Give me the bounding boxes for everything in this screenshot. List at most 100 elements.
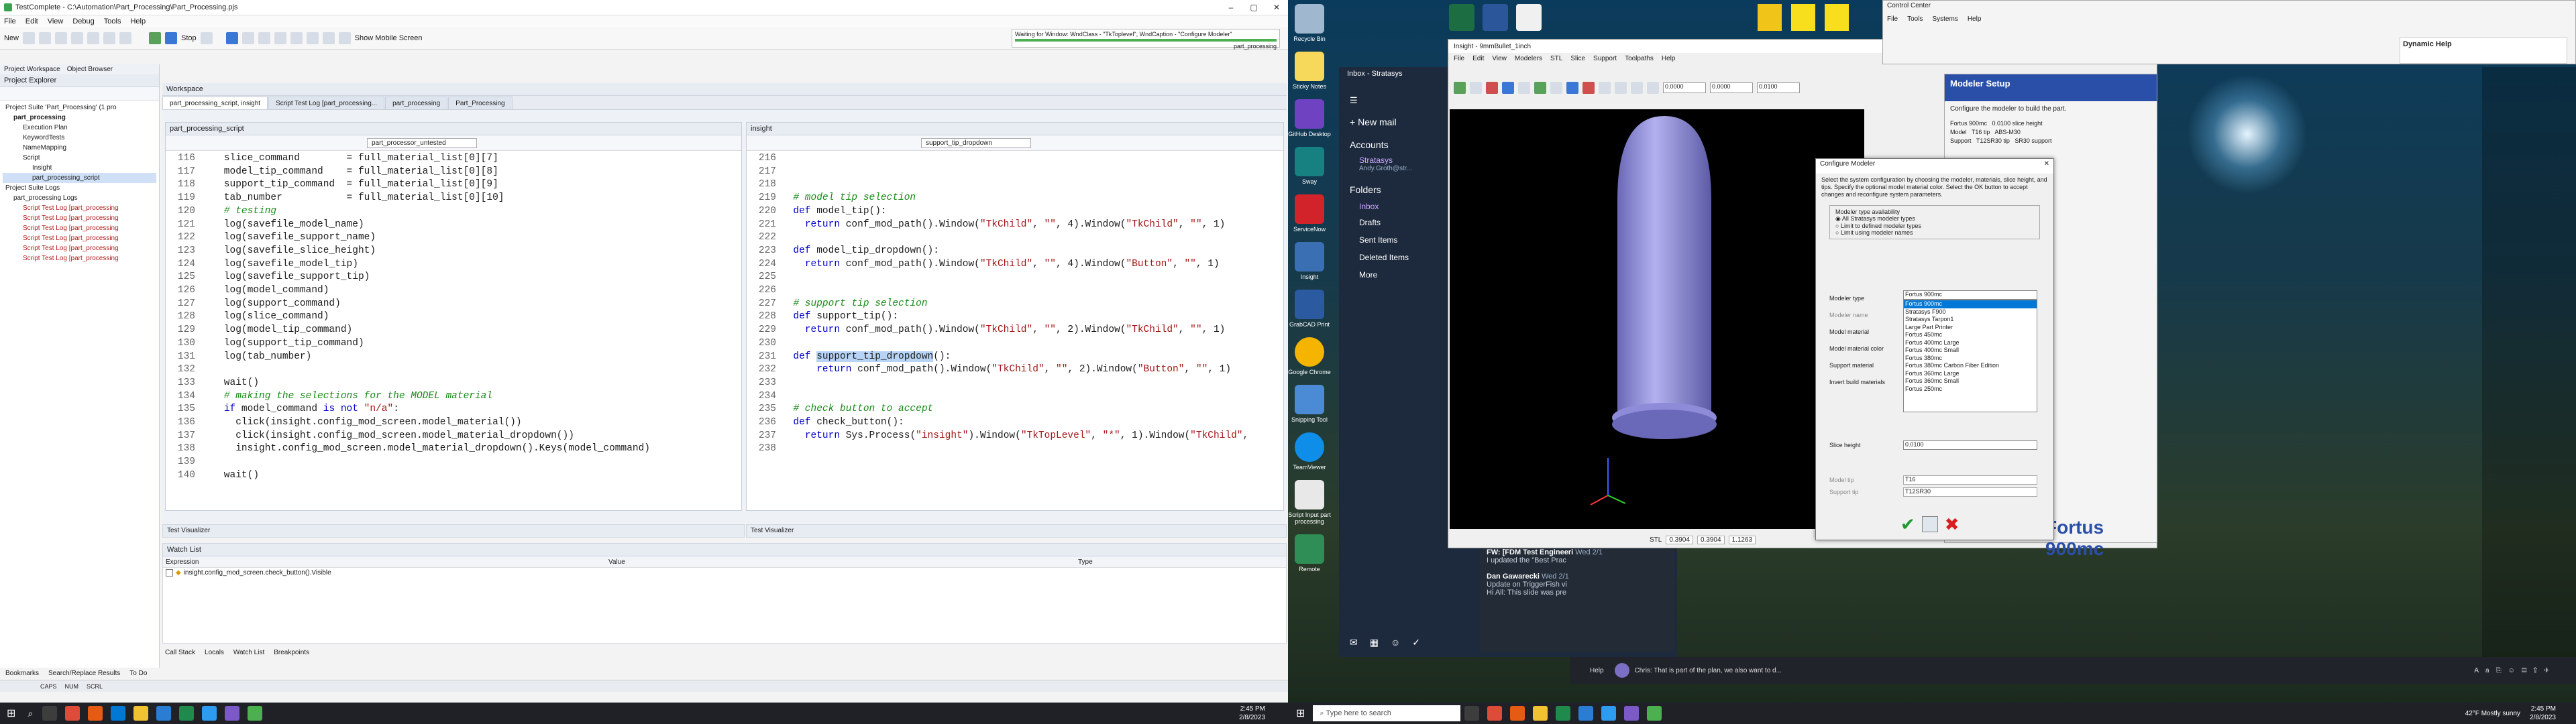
tree-item[interactable]: Script xyxy=(3,153,156,163)
radio-all[interactable]: ◉ All Stratasys modeler types xyxy=(1835,215,2034,223)
code-line[interactable]: 234 xyxy=(747,390,1283,404)
edge-icon[interactable] xyxy=(111,706,126,721)
vscode-icon[interactable] xyxy=(202,706,217,721)
tab-bookmarks[interactable]: Bookmarks xyxy=(5,670,39,677)
code-line[interactable]: 119 tab_number = full_material_list[0][1… xyxy=(166,192,741,205)
menu-debug[interactable]: Debug xyxy=(72,17,94,25)
code-line[interactable]: 226 xyxy=(747,284,1283,298)
code-line[interactable]: 126 log(model_command) xyxy=(166,284,741,298)
tree-item[interactable]: Script Test Log [part_processing xyxy=(3,233,156,243)
keyword-icon[interactable] xyxy=(258,32,270,44)
settings-grid-button[interactable] xyxy=(1921,516,1938,532)
desktop-icon-script-input[interactable]: Script Input part processing xyxy=(1288,480,1331,525)
cancel-x-button[interactable]: ✖ xyxy=(1945,514,1960,535)
testcomplete-icon[interactable] xyxy=(248,706,263,721)
javascript-file-icon[interactable] xyxy=(1825,4,1849,31)
cc-menu-help[interactable]: Help xyxy=(1968,15,1982,26)
desktop-icon-sticky-notes[interactable]: Sticky Notes xyxy=(1288,52,1331,90)
tab-object-browser[interactable]: Object Browser xyxy=(67,66,113,73)
right-routine-dropdown[interactable]: support_tip_dropdown xyxy=(921,137,1031,148)
record-icon[interactable] xyxy=(200,32,213,44)
desktop-icon-recycle-bin[interactable]: Recycle Bin xyxy=(1288,4,1331,42)
modeler-type-listbox[interactable]: Fortus 900mc Stratasys F900 Stratasys Ta… xyxy=(1903,300,2037,412)
tab-search-replace[interactable]: Search/Replace Results xyxy=(48,670,120,677)
zoom-in-icon[interactable] xyxy=(1599,82,1611,94)
minimize-button[interactable]: – xyxy=(1220,0,1242,15)
notes-icon[interactable] xyxy=(1758,4,1782,31)
start-icon[interactable]: ⊞ xyxy=(7,707,15,720)
todo-icon[interactable]: ✓ xyxy=(1412,637,1420,648)
code-line[interactable]: 125 log(savefile_support_tip) xyxy=(166,271,741,284)
left-routine-dropdown[interactable]: part_processor_untested xyxy=(367,137,477,148)
step-icon[interactable] xyxy=(241,32,254,44)
tree-item[interactable]: NameMapping xyxy=(3,143,156,153)
desktop-icon-snipping[interactable]: Snipping Tool xyxy=(1288,385,1331,423)
code-line[interactable]: 117 model_tip_command = full_material_li… xyxy=(166,166,741,179)
cut-icon[interactable] xyxy=(87,32,100,44)
code-line[interactable]: 139 xyxy=(166,456,741,469)
tree-item[interactable]: Script Test Log [part_processing xyxy=(3,223,156,233)
calendar-icon[interactable]: ▦ xyxy=(1370,637,1379,648)
teams-icon[interactable] xyxy=(225,706,240,721)
open-icon[interactable] xyxy=(23,32,36,44)
run-icon[interactable] xyxy=(149,32,162,44)
code-line[interactable]: 232 return conf_mod_path().Window("TkChi… xyxy=(747,363,1283,377)
list-option[interactable]: Fortus 400mc Small xyxy=(1904,347,2037,355)
insight-menu-view[interactable]: View xyxy=(1492,55,1507,62)
code-line[interactable]: 130 log(support_tip_command) xyxy=(166,337,741,351)
tab-project-workspace[interactable]: Project Workspace xyxy=(4,66,60,73)
insight-menu-stl[interactable]: STL xyxy=(1550,55,1562,62)
code-line[interactable]: 129 log(model_tip_command) xyxy=(166,324,741,337)
sphere-icon[interactable] xyxy=(1534,82,1546,94)
code-line[interactable]: 140 wait() xyxy=(166,469,741,483)
code-line[interactable]: 231 def support_tip_dropdown(): xyxy=(747,351,1283,364)
test-visualizer-left[interactable]: Test Visualizer xyxy=(162,524,745,538)
weather-label[interactable]: 42°F Mostly sunny xyxy=(2465,710,2520,717)
firefox-icon[interactable] xyxy=(1510,706,1525,721)
list-option[interactable]: Fortus 450mc xyxy=(1904,331,2037,339)
tree-item[interactable]: Script Test Log [part_processing xyxy=(3,213,156,223)
file-explorer-icon[interactable] xyxy=(1533,706,1548,721)
help-label[interactable]: Help xyxy=(1590,667,1604,674)
tree-item[interactable]: Project Suite Logs xyxy=(3,183,156,193)
modeler-type-select[interactable]: Fortus 900mc xyxy=(1903,290,2037,300)
tab-part-processing[interactable]: part_processing xyxy=(385,97,448,109)
code-line[interactable]: 138 insight.config_mod_screen.model_mate… xyxy=(166,442,741,456)
code-line[interactable]: 216 xyxy=(747,152,1283,166)
mobile-icon[interactable] xyxy=(338,32,351,44)
list-option[interactable]: Stratasys F900 xyxy=(1904,308,2037,316)
message-item[interactable]: Dan Gawarecki Wed 2/1 Update on TriggerF… xyxy=(1480,568,1674,601)
tab-todo[interactable]: To Do xyxy=(129,670,147,677)
code-line[interactable]: 225 xyxy=(747,271,1283,284)
list-option[interactable]: Fortus 380mc Carbon Fiber Edition xyxy=(1904,362,2037,370)
insight-menu-toolpaths[interactable]: Toolpaths xyxy=(1625,55,1654,62)
tree-item[interactable]: Execution Plan xyxy=(3,123,156,133)
code-line[interactable]: 124 log(savefile_model_tip) xyxy=(166,258,741,272)
tab-locals[interactable]: Locals xyxy=(205,649,224,656)
show-mobile-screen-button[interactable]: Show Mobile Screen xyxy=(355,34,423,42)
open-stl-icon[interactable] xyxy=(1470,82,1482,94)
insight-menu-file[interactable]: File xyxy=(1454,55,1464,62)
radio-limit-defined[interactable]: ○ Limit to defined modeler types xyxy=(1835,223,2034,229)
teams-icon[interactable] xyxy=(1624,706,1640,721)
code-line[interactable]: 218 xyxy=(747,178,1283,192)
insight-3d-viewport[interactable] xyxy=(1450,109,1864,529)
chat-toolbar-icons[interactable]: Aa⎘☺▤⇪✈ xyxy=(2474,667,2556,674)
view-icon[interactable] xyxy=(1550,82,1562,94)
redo-icon[interactable] xyxy=(71,32,84,44)
tree-item[interactable]: Project Suite 'Part_Processing' (1 pro xyxy=(3,103,156,113)
layer-icon[interactable] xyxy=(1566,82,1578,94)
chrome-icon[interactable] xyxy=(1487,706,1503,721)
outlook-icon[interactable] xyxy=(156,706,172,721)
list-option[interactable]: Stratasys Tarpon1 xyxy=(1904,316,2037,324)
tab-part-processing-suite[interactable]: Part_Processing xyxy=(448,97,513,109)
word-icon[interactable] xyxy=(1483,4,1508,31)
list-option[interactable]: Fortus 380mc xyxy=(1904,355,2037,363)
insight-menu-modelers[interactable]: Modelers xyxy=(1515,55,1542,62)
build-icon[interactable] xyxy=(1454,82,1466,94)
red-layer-icon[interactable] xyxy=(1582,82,1595,94)
paste-icon[interactable] xyxy=(119,32,132,44)
tree-item[interactable]: part_processing Logs xyxy=(3,193,156,203)
desktop-icon-sway[interactable]: Sway xyxy=(1288,147,1331,185)
code-line[interactable]: 229 return conf_mod_path().Window("TkChi… xyxy=(747,324,1283,337)
